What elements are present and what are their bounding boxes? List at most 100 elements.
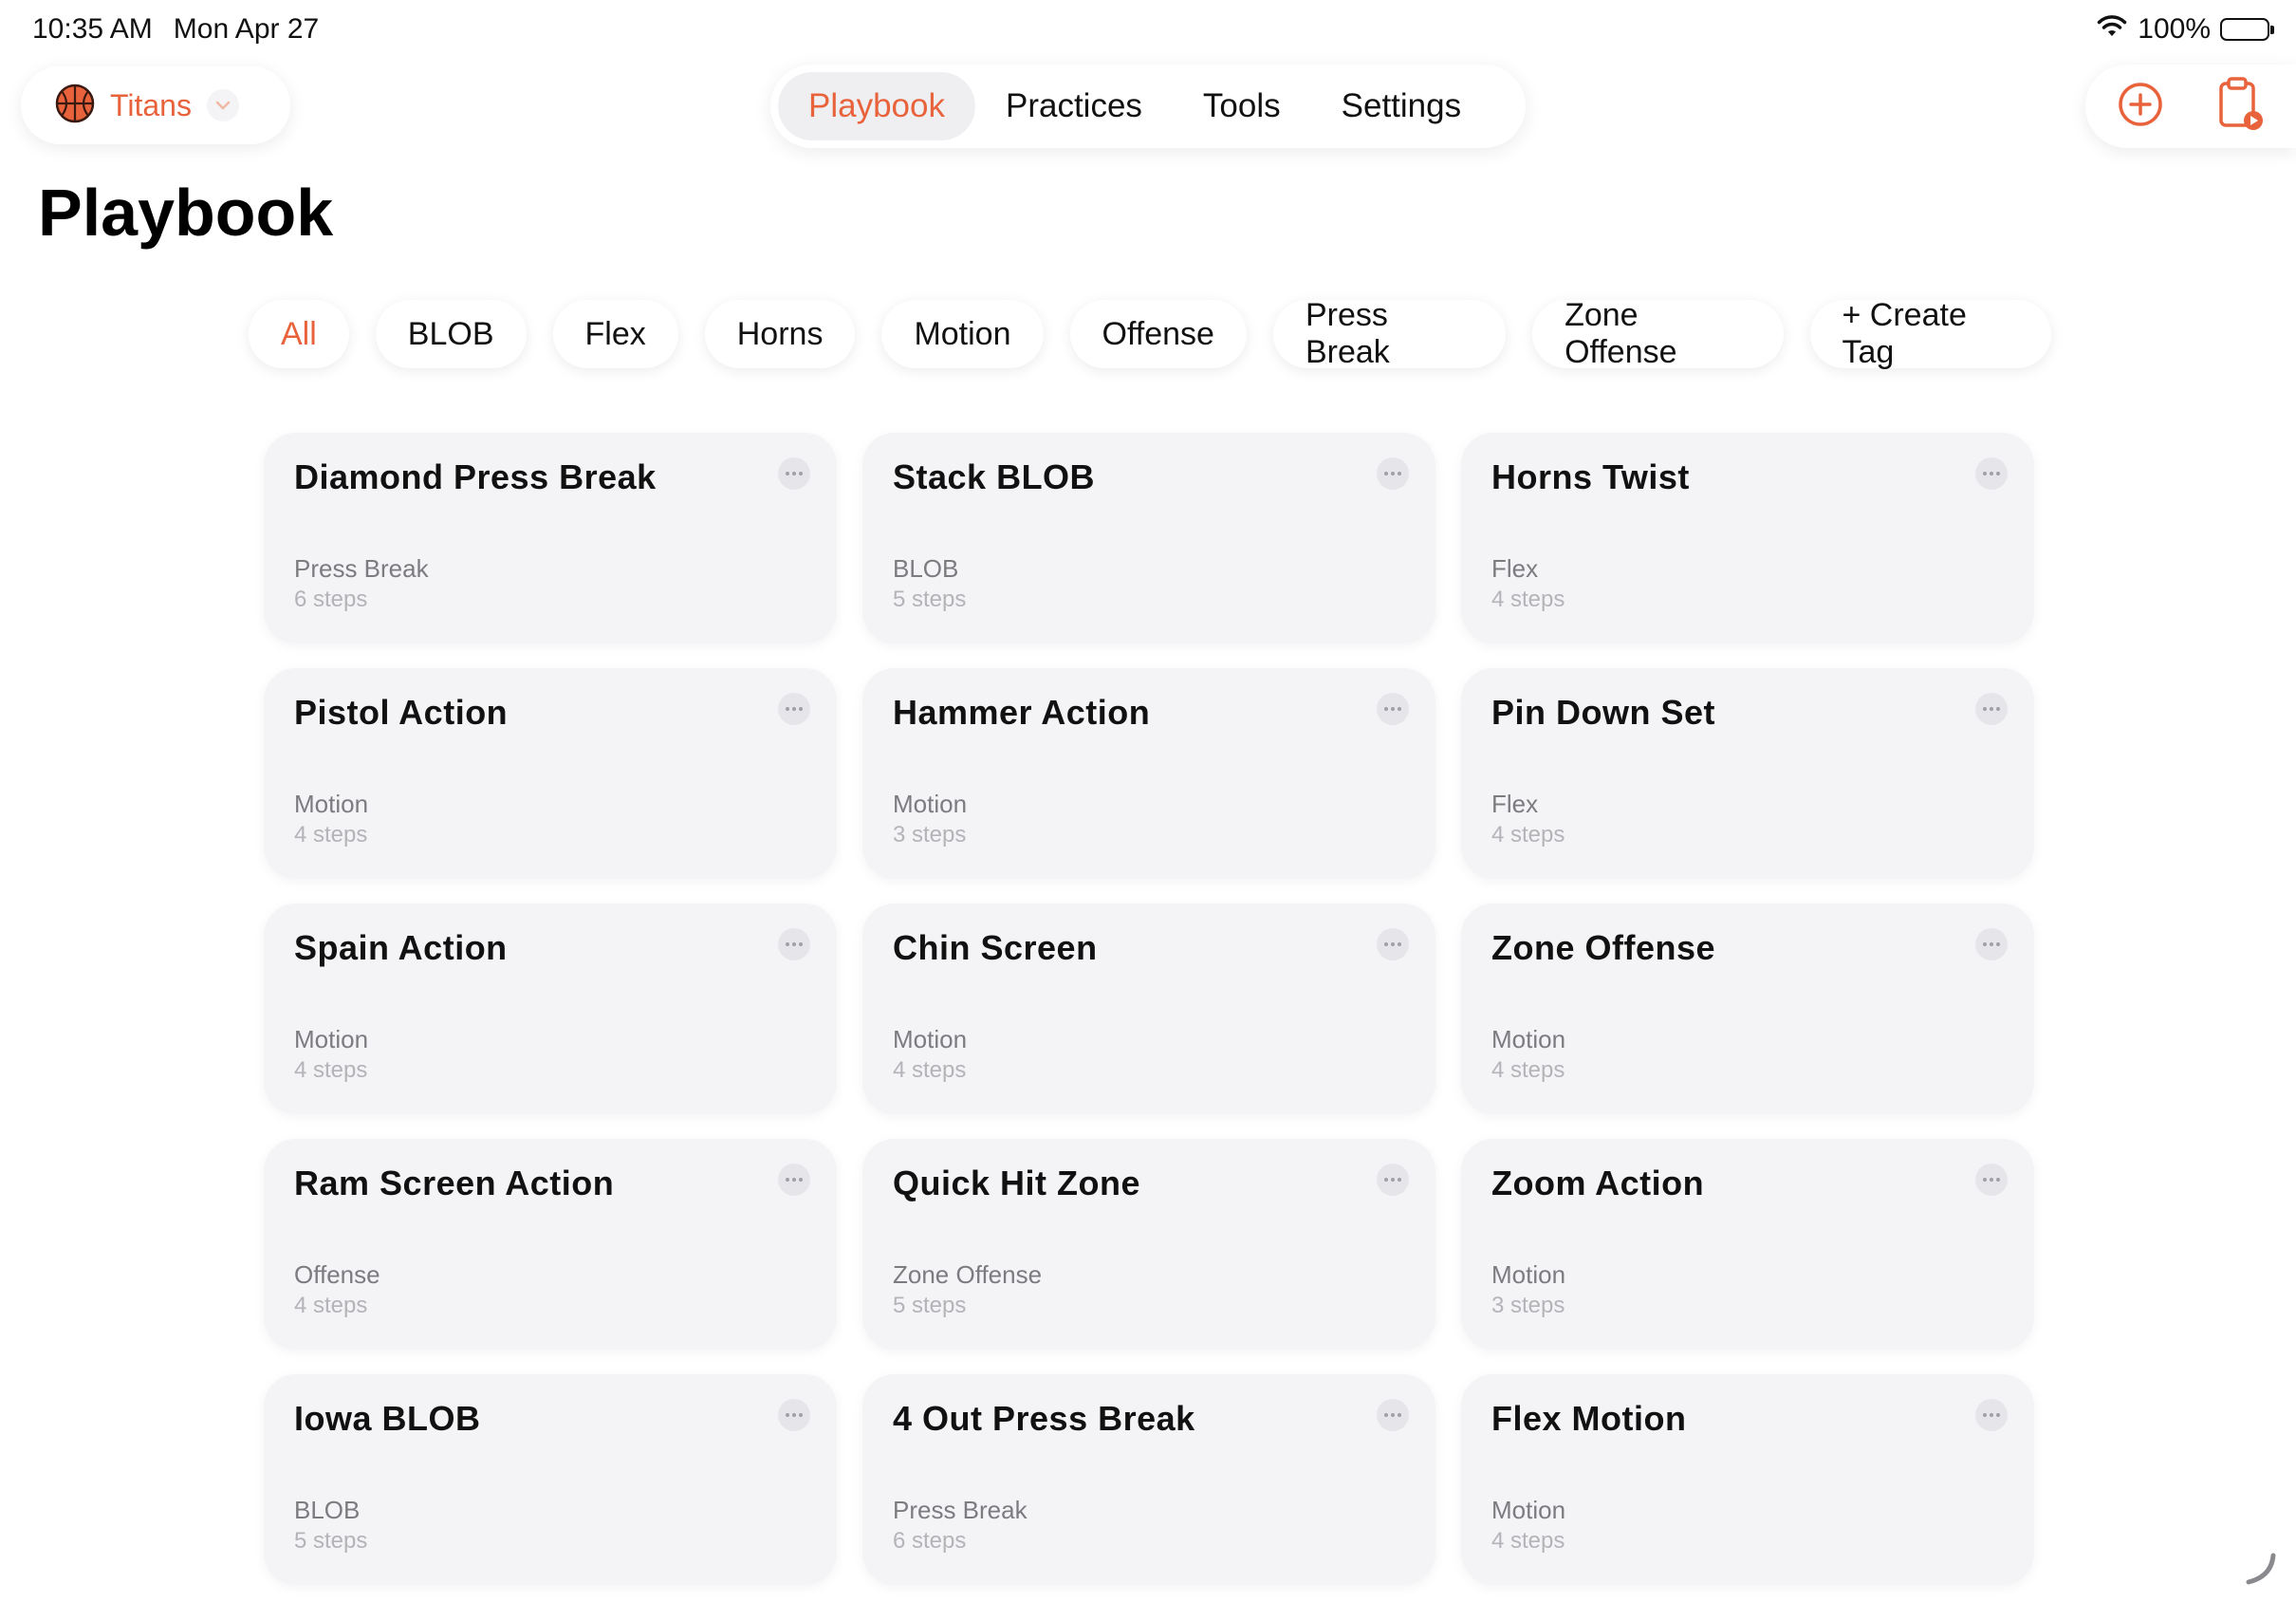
play-steps: 6 steps [893, 1528, 967, 1554]
page-title: Playbook [38, 176, 334, 250]
play-title: Zoom Action [1491, 1164, 1705, 1202]
create-tag-button[interactable]: + Create Tag [1809, 297, 2051, 370]
filter-chip-all[interactable]: All [249, 300, 349, 368]
add-play-button[interactable] [2114, 76, 2167, 137]
play-title: Diamond Press Break [294, 457, 657, 496]
plus-circle-icon [2117, 81, 2164, 133]
more-options-button[interactable] [1377, 1164, 1409, 1196]
play-title: Stack BLOB [893, 457, 1096, 496]
play-steps: 5 steps [893, 587, 967, 612]
play-steps: 3 steps [1491, 1293, 1565, 1318]
tab-playbook[interactable]: Playbook [778, 72, 975, 140]
play-card[interactable]: Flex Motion Motion 4 steps [1461, 1374, 2034, 1585]
status-left: 10:35 AM Mon Apr 27 [32, 13, 319, 46]
play-card[interactable]: Ram Screen Action Offense 4 steps [264, 1139, 837, 1350]
play-title: Spain Action [294, 928, 508, 967]
play-card[interactable]: Zoom Action Motion 3 steps [1461, 1139, 2034, 1350]
play-steps: 4 steps [294, 822, 368, 848]
play-tag: BLOB [294, 1496, 361, 1524]
filter-chip-offense[interactable]: Offense [1069, 300, 1247, 368]
play-title: Pistol Action [294, 693, 509, 732]
play-steps: 5 steps [294, 1528, 368, 1554]
tag-filter-bar: All BLOB Flex Horns Motion Offense Press… [249, 296, 2051, 372]
more-options-button[interactable] [1975, 1399, 2008, 1431]
play-card[interactable]: Quick Hit Zone Zone Offense 5 steps [862, 1139, 1435, 1350]
tab-practices[interactable]: Practices [975, 72, 1173, 140]
play-card[interactable]: Spain Action Motion 4 steps [264, 903, 837, 1114]
status-right: 100% [2096, 13, 2274, 46]
team-name: Titans [110, 87, 192, 122]
status-time: 10:35 AM [32, 13, 153, 45]
play-title: Zone Offense [1491, 928, 1716, 967]
chevron-down-icon [206, 89, 239, 121]
more-options-button[interactable] [1377, 1399, 1409, 1431]
more-options-button[interactable] [778, 928, 810, 960]
play-tag: Press Break [893, 1496, 1028, 1524]
play-tag: Zone Offense [893, 1260, 1043, 1289]
play-card[interactable]: 4 Out Press Break Press Break 6 steps [862, 1374, 1435, 1585]
filter-chip-press-break[interactable]: Press Break [1272, 297, 1507, 370]
more-options-button[interactable] [778, 1164, 810, 1196]
more-options-button[interactable] [1975, 928, 2008, 960]
play-tag: Motion [294, 1025, 369, 1053]
play-title: Quick Hit Zone [893, 1164, 1141, 1202]
play-steps: 6 steps [294, 587, 368, 612]
more-options-button[interactable] [1975, 693, 2008, 725]
scroll-indicator[interactable] [2241, 1550, 2279, 1593]
filter-chip-flex[interactable]: Flex [552, 300, 678, 368]
play-tag: Motion [1491, 1496, 1566, 1524]
status-bar: 10:35 AM Mon Apr 27 100% [0, 13, 2296, 51]
play-title: Iowa BLOB [294, 1399, 481, 1438]
play-title: Chin Screen [893, 928, 1098, 967]
filter-chip-zone-offense[interactable]: Zone Offense [1532, 297, 1784, 370]
play-steps: 4 steps [1491, 822, 1565, 848]
more-options-button[interactable] [1975, 457, 2008, 490]
play-steps: 4 steps [893, 1057, 967, 1083]
more-options-button[interactable] [1377, 457, 1409, 490]
play-card[interactable]: Pin Down Set Flex 4 steps [1461, 668, 2034, 879]
play-tag: Motion [1491, 1260, 1566, 1289]
play-title: Hammer Action [893, 693, 1151, 732]
play-title: Flex Motion [1491, 1399, 1687, 1438]
clipboard-button[interactable] [2214, 76, 2268, 137]
play-steps: 4 steps [1491, 1528, 1565, 1554]
filter-chip-horns[interactable]: Horns [704, 300, 856, 368]
more-options-button[interactable] [778, 693, 810, 725]
team-selector[interactable]: Titans [21, 66, 290, 144]
play-tag: Motion [1491, 1025, 1566, 1053]
play-card[interactable]: Horns Twist Flex 4 steps [1461, 433, 2034, 643]
play-steps: 4 steps [1491, 587, 1565, 612]
filter-chip-motion[interactable]: Motion [881, 300, 1044, 368]
play-tag: Motion [893, 1025, 968, 1053]
play-tag: BLOB [893, 554, 959, 583]
play-card[interactable]: Zone Offense Motion 4 steps [1461, 903, 2034, 1114]
play-card[interactable]: Hammer Action Motion 3 steps [862, 668, 1435, 879]
play-card[interactable]: Pistol Action Motion 4 steps [264, 668, 837, 879]
battery-percent: 100% [2138, 13, 2211, 45]
basketball-icon [55, 84, 95, 128]
playbook-screen: 10:35 AM Mon Apr 27 100% Titans Playbook… [0, 0, 2296, 1602]
more-options-button[interactable] [1377, 693, 1409, 725]
top-tab-bar: Playbook Practices Tools Settings [770, 65, 1526, 148]
play-card[interactable]: Chin Screen Motion 4 steps [862, 903, 1435, 1114]
play-grid: Diamond Press Break Press Break 6 steps … [264, 433, 2034, 1585]
play-title: Ram Screen Action [294, 1164, 615, 1202]
play-steps: 3 steps [893, 822, 967, 848]
play-tag: Offense [294, 1260, 380, 1289]
status-date: Mon Apr 27 [173, 13, 320, 45]
play-tag: Flex [1491, 790, 1539, 818]
play-card[interactable]: Stack BLOB BLOB 5 steps [862, 433, 1435, 643]
more-options-button[interactable] [778, 1399, 810, 1431]
tab-settings[interactable]: Settings [1311, 72, 1491, 140]
action-buttons [2085, 65, 2296, 148]
tab-tools[interactable]: Tools [1173, 72, 1311, 140]
play-card[interactable]: Iowa BLOB BLOB 5 steps [264, 1374, 837, 1585]
play-card[interactable]: Diamond Press Break Press Break 6 steps [264, 433, 837, 643]
more-options-button[interactable] [778, 457, 810, 490]
more-options-button[interactable] [1377, 928, 1409, 960]
filter-chip-blob[interactable]: BLOB [375, 300, 527, 368]
play-steps: 5 steps [893, 1293, 967, 1318]
clipboard-play-icon [2217, 76, 2265, 138]
more-options-button[interactable] [1975, 1164, 2008, 1196]
play-tag: Motion [893, 790, 968, 818]
